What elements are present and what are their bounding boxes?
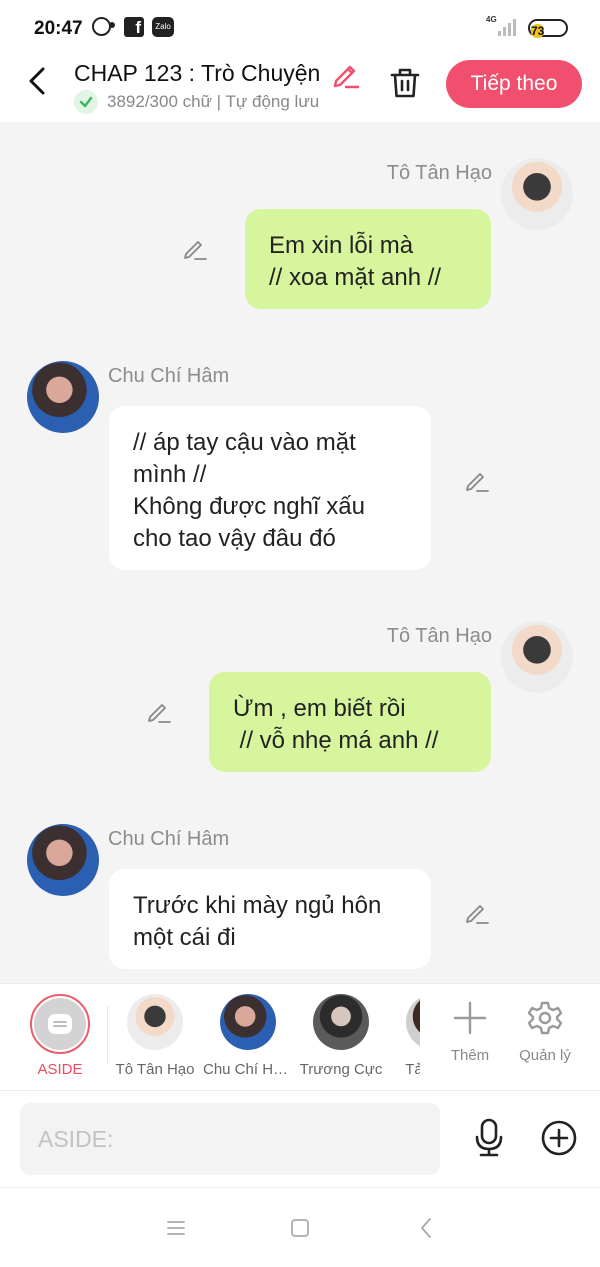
- plus-icon: [450, 998, 490, 1038]
- manage-label: Quản lý: [519, 1047, 571, 1064]
- edit-message-button[interactable]: [180, 233, 210, 263]
- system-back-button[interactable]: [412, 1214, 440, 1242]
- sender-name: Tô Tân Hạo: [386, 162, 492, 184]
- pencil-icon: [148, 704, 171, 723]
- message-line: Ừm , em biết rồi: [233, 695, 406, 722]
- check-icon: [74, 90, 98, 114]
- avatar: [127, 994, 183, 1050]
- character-name: Tô Tân Hạo: [115, 1061, 195, 1078]
- character-name: Trương Cực: [299, 1061, 383, 1078]
- avatar[interactable]: [27, 361, 99, 433]
- menu-button[interactable]: [162, 1214, 190, 1242]
- message-line: cho tao vậy đâu đó: [133, 525, 336, 552]
- pencil-icon: [333, 65, 360, 89]
- editor-header: CHAP 123 : Trò Chuyện 3892/300 chữ | Tự …: [0, 56, 600, 122]
- aside-ring: [30, 994, 90, 1054]
- message-line: một cái đi: [133, 924, 236, 951]
- message-bubble[interactable]: Trước khi mày ngủ hôn một cái đi: [109, 869, 431, 969]
- character-name: Chu Chí Hâm: [203, 1061, 293, 1078]
- battery-icon: 73: [528, 19, 568, 38]
- aside-bubble-icon: [34, 998, 86, 1050]
- plus-circle-icon: [541, 1120, 577, 1156]
- back-button[interactable]: [20, 64, 54, 98]
- pencil-icon: [466, 905, 489, 924]
- character-list[interactable]: Tô Tân Hạo Chu Chí Hâm Trương Cực Tả Hàn…: [112, 984, 420, 1092]
- edit-title-button[interactable]: [328, 56, 364, 92]
- delete-button[interactable]: [386, 64, 424, 102]
- pencil-icon: [184, 241, 207, 260]
- add-label: Thêm: [450, 1047, 490, 1064]
- battery-level: 73: [531, 24, 545, 38]
- character-item[interactable]: Trương Cực: [296, 994, 386, 1078]
- system-nav-bar: [0, 1187, 600, 1267]
- trash-icon: [390, 68, 420, 98]
- message-line: // vỗ nhẹ má anh //: [233, 727, 439, 754]
- next-button[interactable]: Tiếp theo: [446, 60, 582, 108]
- message-line: // áp tay cậu vào mặt: [133, 429, 356, 456]
- word-count-text: 3892/300 chữ | Tự động lưu: [107, 92, 320, 111]
- home-button[interactable]: [286, 1214, 314, 1242]
- avatar: [220, 994, 276, 1050]
- gear-icon: [525, 998, 565, 1038]
- aside-selector[interactable]: ASIDE: [24, 994, 96, 1078]
- character-name: Tả Hàng: [405, 1061, 420, 1078]
- avatar: [313, 994, 369, 1050]
- message-bubble[interactable]: Em xin lỗi mà // xoa mặt anh //: [245, 209, 491, 309]
- sender-name: Chu Chí Hâm: [108, 828, 230, 850]
- message-bubble[interactable]: Ừm , em biết rồi // vỗ nhẹ má anh //: [209, 672, 491, 772]
- sender-name: Tô Tân Hạo: [386, 625, 492, 647]
- square-icon: [291, 1219, 309, 1237]
- chat-area[interactable]: Tô Tân Hạo Em xin lỗi mà // xoa mặt anh …: [0, 122, 600, 983]
- facebook-icon: f: [124, 17, 144, 37]
- message-line: mình //: [133, 461, 207, 488]
- character-item[interactable]: Tả Hàng: [389, 994, 420, 1078]
- pencil-icon: [466, 473, 489, 492]
- avatar[interactable]: [501, 621, 573, 693]
- aside-label: ASIDE: [37, 1061, 83, 1078]
- character-item[interactable]: Chu Chí Hâm: [203, 994, 293, 1078]
- character-strip: ASIDE Tô Tân Hạo Chu Chí Hâm Trương Cực …: [0, 983, 600, 1091]
- edit-message-button[interactable]: [144, 696, 174, 726]
- edit-message-button[interactable]: [462, 897, 492, 927]
- add-content-button[interactable]: [538, 1117, 580, 1159]
- message-line: Trước khi mày ngủ hôn: [133, 892, 382, 919]
- edit-message-button[interactable]: [462, 465, 492, 495]
- status-bar: 20:47 f Zalo 4G 73: [0, 0, 600, 56]
- avatar[interactable]: [501, 158, 573, 230]
- zalo-icon: Zalo: [152, 17, 174, 37]
- message-line: // xoa mặt anh //: [269, 264, 442, 291]
- character-item[interactable]: Tô Tân Hạo: [112, 994, 200, 1078]
- aside-input[interactable]: [20, 1103, 440, 1175]
- message-line: Không được nghĩ xấu: [133, 493, 365, 520]
- input-bar: [0, 1091, 600, 1187]
- status-time: 20:47: [34, 18, 83, 39]
- message-bubble-icon: [92, 17, 115, 36]
- message-bubble[interactable]: // áp tay cậu vào mặt mình // Không được…: [109, 406, 431, 570]
- strip-divider: [107, 1006, 108, 1064]
- sender-name: Chu Chí Hâm: [108, 365, 230, 387]
- chevron-left-icon: [421, 1218, 431, 1238]
- chapter-title[interactable]: CHAP 123 : Trò Chuyện: [74, 60, 324, 87]
- microphone-icon: [475, 1118, 503, 1157]
- chevron-left-icon: [29, 67, 45, 95]
- add-character-button[interactable]: Thêm: [435, 998, 505, 1064]
- word-count-status: 3892/300 chữ | Tự động lưu: [74, 90, 319, 114]
- voice-input-button[interactable]: [468, 1115, 510, 1161]
- manage-characters-button[interactable]: Quản lý: [510, 998, 580, 1064]
- menu-icon: [167, 1221, 185, 1235]
- avatar[interactable]: [27, 824, 99, 896]
- signal-icon: [498, 18, 520, 36]
- message-line: Em xin lỗi mà: [269, 232, 414, 259]
- network-type: 4G: [486, 15, 497, 24]
- avatar: [406, 994, 420, 1050]
